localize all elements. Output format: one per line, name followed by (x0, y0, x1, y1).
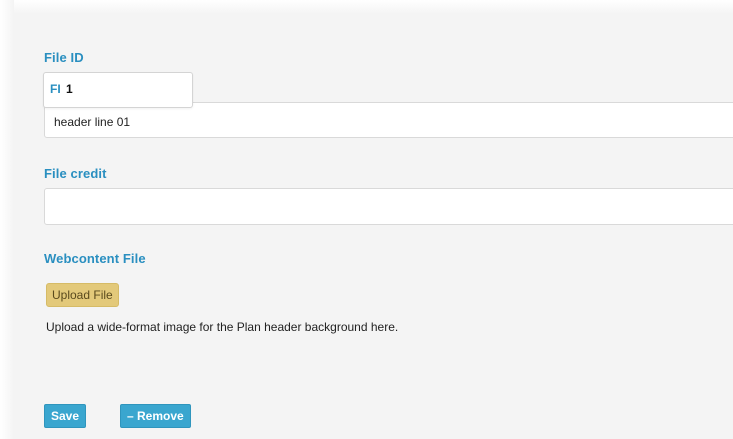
save-button[interactable]: Save (44, 404, 87, 428)
file-id-label: File ID (44, 50, 84, 65)
panel-top-shade (0, 0, 733, 14)
file-id-value: 1 (66, 82, 73, 96)
header-line-value: header line 01 (54, 115, 131, 129)
remove-button[interactable]: – Remove (120, 404, 191, 428)
file-id-input[interactable]: FI 1 (43, 72, 193, 108)
file-credit-field[interactable] (44, 188, 733, 225)
panel-left-shade (0, 0, 14, 439)
form-panel: File ID header line 01 FI 1 File credit … (0, 0, 733, 439)
upload-file-button[interactable]: Upload File (46, 283, 119, 307)
file-id-prefix: FI (50, 82, 61, 96)
upload-help-text: Upload a wide-format image for the Plan … (46, 320, 399, 334)
file-credit-label: File credit (44, 166, 107, 181)
webcontent-file-label: Webcontent File (44, 251, 146, 266)
